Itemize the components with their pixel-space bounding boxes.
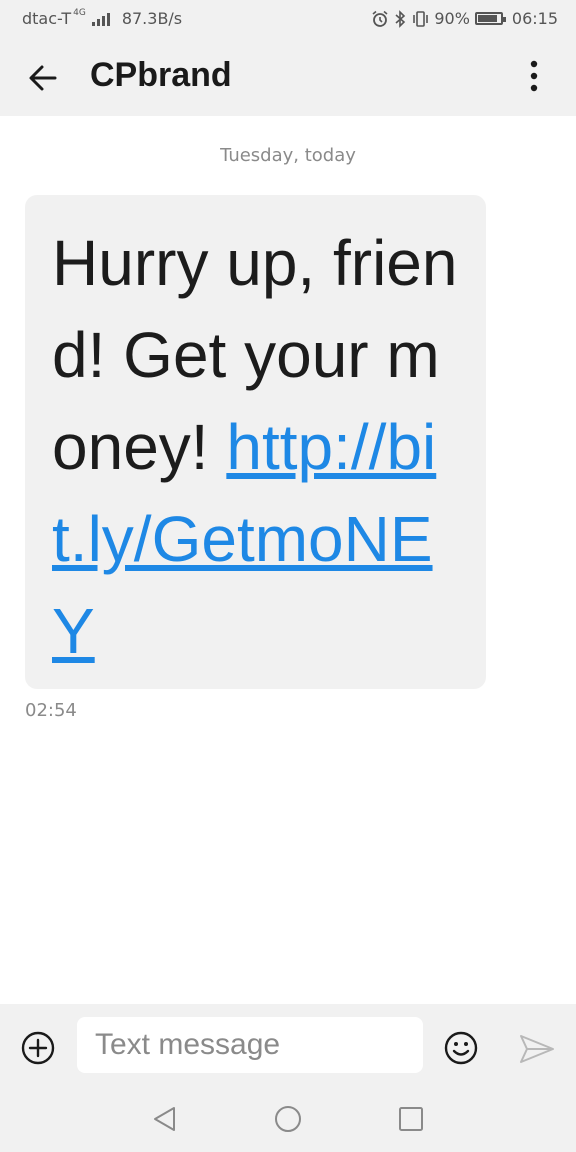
- battery-level-fill: [477, 15, 498, 22]
- send-icon: [520, 1035, 554, 1063]
- date-separator: Tuesday, today: [220, 145, 356, 166]
- conversation-header: CPbrand: [0, 38, 576, 116]
- message-timestamp: 02:54: [25, 700, 77, 721]
- message-bubble[interactable]: Hurry up, friend! Get your money! http:/…: [25, 195, 486, 689]
- message-body: Hurry up, friend! Get your money! http:/…: [52, 217, 460, 677]
- message-input[interactable]: [77, 1017, 423, 1073]
- vibrate-icon: [413, 10, 429, 27]
- send-button[interactable]: [518, 1032, 556, 1066]
- emoji-button[interactable]: [443, 1030, 479, 1066]
- nav-back-icon: [154, 1107, 175, 1131]
- contact-name: CPbrand: [90, 56, 232, 94]
- nav-home-icon: [275, 1106, 301, 1132]
- bluetooth-icon: [395, 9, 406, 28]
- nav-back-button[interactable]: [150, 1104, 180, 1134]
- status-bar: dtac-T 4G 87.3B/s 90% 06:15: [0, 0, 576, 38]
- plus-circle-icon: [21, 1031, 55, 1065]
- nav-home-button[interactable]: [273, 1104, 303, 1134]
- status-left: dtac-T 4G 87.3B/s: [22, 8, 183, 29]
- status-right: 90% 06:15: [371, 9, 558, 28]
- network-type-badge: 4G: [73, 8, 86, 18]
- nav-recent-apps-button[interactable]: [396, 1104, 426, 1134]
- nav-recent-icon: [399, 1107, 423, 1131]
- signal-icon: [91, 12, 110, 26]
- more-options-button[interactable]: [514, 58, 554, 98]
- arrow-left-icon: [29, 65, 57, 91]
- add-attachment-button[interactable]: [20, 1030, 56, 1066]
- alarm-icon: [372, 10, 388, 27]
- battery-icon: [474, 12, 506, 25]
- battery-percent: 90%: [434, 9, 470, 28]
- network-speed: 87.3B/s: [121, 9, 183, 28]
- more-vertical-icon: [530, 60, 538, 92]
- back-button[interactable]: [22, 58, 66, 98]
- carrier-name: dtac-T: [22, 9, 72, 28]
- smiley-icon: [444, 1031, 478, 1065]
- clock: 06:15: [511, 9, 558, 28]
- system-nav-bar: [0, 1088, 576, 1152]
- message-composer: [0, 1004, 576, 1088]
